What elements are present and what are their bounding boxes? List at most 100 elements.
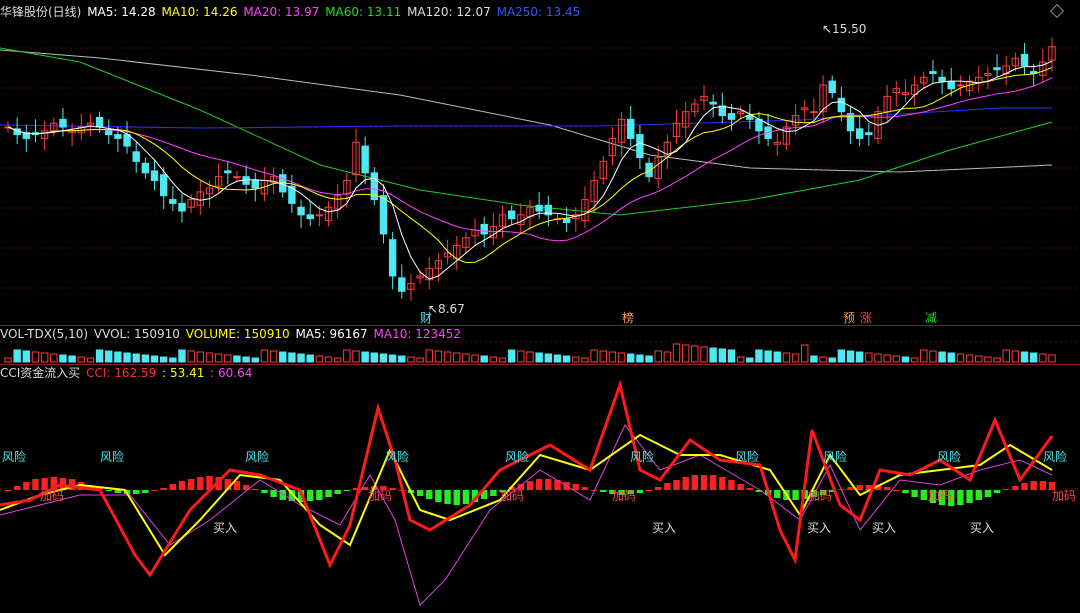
volume-bar — [709, 347, 717, 363]
cci-histogram-bar — [325, 490, 332, 497]
volume-bar — [31, 351, 40, 363]
volume-bar — [471, 354, 479, 363]
volume-bar — [40, 352, 49, 363]
cci-histogram-bar — [655, 487, 662, 490]
cci-histogram-bar — [545, 479, 552, 490]
cci-histogram-bar — [911, 490, 918, 497]
volume-bar — [1029, 352, 1038, 363]
candle-body — [929, 71, 937, 74]
volume-bar — [901, 356, 910, 363]
candle-body — [718, 105, 727, 117]
candle-body — [755, 118, 763, 132]
volume-bar — [86, 357, 95, 363]
candle-body — [297, 206, 305, 216]
volume-bar — [352, 350, 360, 363]
volume-bar — [782, 352, 791, 363]
legend-ma10: MA10: 14.26 — [161, 5, 238, 19]
volume-bar — [791, 353, 800, 363]
candle-body — [288, 185, 296, 204]
volume-bar — [297, 353, 305, 363]
ma60-line — [0, 47, 1053, 216]
risk-signal-label: 风险 — [2, 449, 26, 464]
candle-body — [810, 111, 818, 114]
candle-body — [150, 170, 159, 181]
volume-bar — [480, 355, 488, 363]
volume-bar — [746, 357, 754, 363]
vol-ma5: MA5: 96167 — [295, 327, 368, 341]
cci-histogram-bar — [32, 479, 39, 490]
volume-bar — [810, 355, 818, 363]
buy-signal-label: 买入 — [970, 521, 994, 535]
pane-divider — [0, 325, 1080, 326]
candle-body — [709, 101, 717, 105]
volume-bar — [773, 351, 781, 363]
legend-ma20: MA20: 13.97 — [243, 5, 320, 19]
candle-body — [535, 204, 543, 212]
volume-bar — [599, 350, 607, 363]
stock-chart[interactable]: ↖15.50 ↖8.67财 榜 预涨 减风险 风险 风险 风险 风险 风险 风险 风险 风险 风险加码 加码… — [0, 0, 1080, 613]
volume-bar — [77, 356, 85, 363]
legend-ma120: MA120: 12.07 — [407, 5, 491, 19]
volume-bar — [205, 352, 214, 363]
volume-bar — [755, 349, 763, 363]
cci-histogram-bar — [279, 490, 286, 500]
volume-legend: VOL-TDX(5,10) VVOL: 150910 VOLUME: 15091… — [0, 327, 463, 341]
cci-histogram-bar — [160, 488, 167, 490]
volume-bar — [764, 350, 772, 363]
candle-body — [627, 118, 635, 139]
volume-bar — [324, 356, 333, 363]
add-signal-label: 加码 — [368, 489, 392, 503]
cci-value: CCI: 162.59 — [86, 366, 157, 380]
cci-histogram-bar — [581, 487, 589, 490]
candle-body — [828, 80, 836, 94]
volume-bar — [379, 353, 388, 363]
candle-body — [251, 179, 259, 189]
volume-bar — [608, 351, 617, 363]
volume-bar — [141, 354, 150, 363]
volume-bar — [22, 350, 31, 363]
volume-bar — [425, 349, 433, 363]
candle-body — [379, 195, 388, 235]
volume-bar — [434, 350, 443, 363]
volume-bar — [947, 352, 955, 363]
volume-bar — [965, 354, 974, 363]
candle-body — [224, 170, 232, 174]
cci-histogram-bar — [1003, 489, 1010, 490]
cci-histogram-bar — [737, 484, 744, 490]
volume-bar — [453, 352, 461, 363]
candle-body — [938, 76, 946, 82]
volume-bar — [370, 352, 379, 363]
cci-histogram-bar — [636, 490, 644, 493]
cci-histogram-bar — [728, 480, 735, 490]
cci-histogram-bar — [23, 482, 30, 490]
cci-histogram-bar — [600, 490, 607, 492]
cci-histogram-bar — [343, 490, 351, 491]
cci-histogram-bar — [270, 490, 277, 497]
volume-bar — [929, 350, 937, 363]
risk-signal-label: 风险 — [735, 449, 759, 464]
cci-histogram-bar — [535, 479, 543, 490]
volume-bar — [105, 350, 113, 363]
candle-body — [480, 223, 488, 235]
cci-histogram-bar — [526, 481, 534, 490]
candle-body — [169, 199, 177, 204]
volume-bar — [59, 354, 67, 363]
event-marker: 榜 — [622, 310, 634, 325]
event-marker: 减 — [925, 311, 937, 325]
volume-bar — [572, 356, 580, 363]
candle-body — [837, 97, 846, 113]
volume-bar — [590, 349, 598, 363]
volume-bar — [544, 353, 553, 363]
volume-bar — [846, 350, 855, 363]
candle-body — [1020, 53, 1029, 67]
volume-bar — [526, 351, 534, 363]
volume-bar — [114, 351, 122, 363]
volume-bar — [672, 343, 681, 363]
cci-histogram-bar — [316, 490, 323, 500]
volume-bar — [663, 351, 672, 363]
cci-histogram-bar — [252, 489, 259, 490]
price-low-label: ↖8.67 — [428, 302, 465, 316]
candle-body — [306, 214, 314, 220]
cci-histogram-bar — [307, 490, 314, 501]
add-signal-label: 加码 — [612, 489, 636, 503]
